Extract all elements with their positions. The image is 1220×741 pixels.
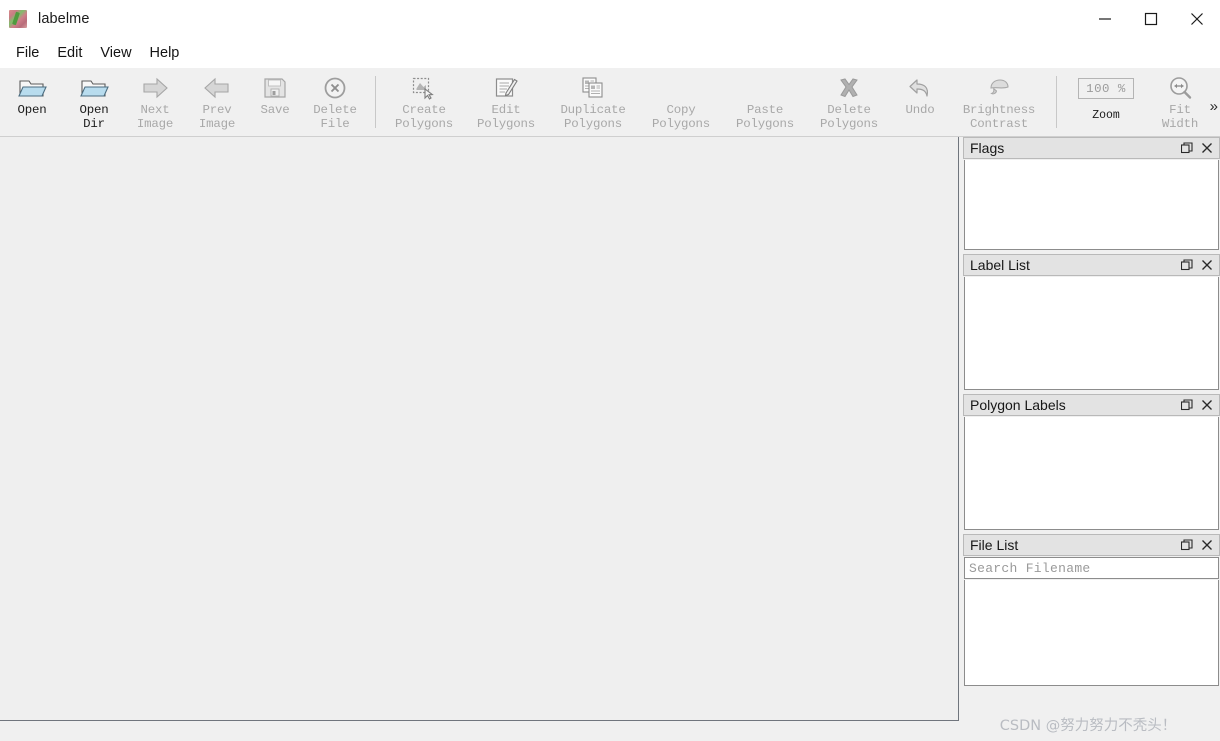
toolbar-label-delete-polygons: Delete Polygons [820,103,878,131]
menu-item-view[interactable]: View [91,42,140,64]
toolbar-button-next-image[interactable]: Next Image [124,68,186,136]
toolbar-button-undo[interactable]: Undo [891,68,949,136]
toolbar-button-duplicate-polygons[interactable]: Duplicate Polygons [547,68,639,136]
toolbar-overflow-chevron-icon[interactable]: » [1210,98,1218,115]
circle-x-icon [318,73,352,103]
search-filename-placeholder: Search Filename [969,560,1091,576]
float-icon[interactable] [1177,138,1197,158]
dock-label-list-items[interactable] [964,277,1219,390]
toolbar-separator-2 [1056,76,1057,128]
copy-polygons-placeholder-icon [664,73,698,103]
toolbar-button-edit-polygons[interactable]: Edit Polygons [465,68,547,136]
toolbar-label-prev-image: Prev Image [198,103,236,131]
toolbar-label-open: Open [17,103,47,117]
float-icon[interactable] [1177,255,1197,275]
floppy-disk-icon [258,73,292,103]
zoom-widget[interactable]: 100 % Zoom [1064,68,1148,136]
search-filename-input[interactable]: Search Filename [964,557,1219,579]
dock-flags-list[interactable] [964,160,1219,250]
close-icon[interactable] [1174,0,1220,38]
undo-arrow-icon [903,73,937,103]
dock-file-list: File List Search Filename [963,534,1220,686]
open-folder-icon [15,73,49,103]
menu-item-help[interactable]: Help [141,42,189,64]
toolbar-label-paste-polygons: Paste Polygons [736,103,794,131]
toolbar-button-open[interactable]: Open [0,68,64,136]
dock-flags: Flags [963,137,1220,250]
dock-file-list-items[interactable] [964,580,1219,686]
edit-polygon-icon [489,73,523,103]
toolbar-label-open-dir: Open Dir [79,103,109,131]
minimize-icon[interactable] [1082,0,1128,38]
x-mark-icon [832,73,866,103]
menu-item-file[interactable]: File [7,42,48,64]
maximize-icon[interactable] [1128,0,1174,38]
float-icon[interactable] [1177,395,1197,415]
dock-label-list-titlebar: Label List [963,254,1220,276]
close-icon[interactable] [1197,535,1217,555]
toolbar-label-brightness-contrast: Brightness Contrast [962,103,1036,131]
toolbar-button-open-dir[interactable]: Open Dir [64,68,124,136]
dock-polygon-labels-items[interactable] [964,417,1219,530]
toolbar-button-prev-image[interactable]: Prev Image [186,68,248,136]
arrow-left-icon [200,73,234,103]
toolbar-label-duplicate-polygons: Duplicate Polygons [560,103,626,131]
main-toolbar: Open Open Dir Next Image Prev Image Save… [0,68,1220,137]
fit-width-magnifier-icon [1163,73,1197,103]
toolbar-button-delete-file[interactable]: Delete File [302,68,368,136]
window-title: labelme [38,11,90,27]
toolbar-button-copy-polygons[interactable]: Copy Polygons [639,68,723,136]
toolbar-separator-1 [375,76,376,128]
dock-flags-title: Flags [970,140,1005,156]
menu-item-edit[interactable]: Edit [48,42,91,64]
toolbar-button-brightness-contrast[interactable]: Brightness Contrast [949,68,1049,136]
open-dir-folder-icon [77,73,111,103]
toolbar-label-delete-file: Delete File [313,103,357,131]
toolbar-button-save[interactable]: Save [248,68,302,136]
toolbar-label-create-polygons: Create Polygons [395,103,453,131]
dock-label-list: Label List [963,254,1220,390]
toolbar-button-create-polygons[interactable]: Create Polygons [383,68,465,136]
menu-bar: File Edit View Help [0,38,1220,68]
close-icon[interactable] [1197,395,1217,415]
toolbar-label-edit-polygons: Edit Polygons [477,103,535,131]
toolbar-label-save: Save [260,103,290,117]
image-canvas[interactable] [0,137,959,721]
toolbar-button-paste-polygons[interactable]: Paste Polygons [723,68,807,136]
dock-polygon-labels: Polygon Labels [963,394,1220,530]
arrow-right-icon [138,73,172,103]
main-area: Flags Label List Polygon Labels File Lis… [0,137,1220,741]
dock-file-list-title: File List [970,537,1019,553]
window-controls [1082,0,1220,38]
brightness-contrast-icon [982,73,1016,103]
canvas-bottom-strip [0,722,960,741]
paste-polygons-placeholder-icon [748,73,782,103]
dock-file-list-titlebar: File List [963,534,1220,556]
right-dock-panel: Flags Label List Polygon Labels File Lis… [963,137,1220,741]
dock-flags-titlebar: Flags [963,137,1220,159]
close-icon[interactable] [1197,255,1217,275]
float-icon[interactable] [1177,535,1197,555]
dock-polygon-labels-title: Polygon Labels [970,397,1066,413]
dock-label-list-title: Label List [970,257,1030,273]
toolbar-label-fit-width: Fit Width [1161,103,1199,131]
close-icon[interactable] [1197,138,1217,158]
zoom-caption-label: Zoom [1092,109,1120,122]
toolbar-button-delete-polygons[interactable]: Delete Polygons [807,68,891,136]
zoom-input[interactable]: 100 % [1078,78,1134,99]
toolbar-button-fit-width[interactable]: Fit Width [1148,68,1212,136]
dock-polygon-labels-titlebar: Polygon Labels [963,394,1220,416]
labelme-app-icon [9,10,27,28]
create-polygon-icon [407,73,441,103]
toolbar-label-undo: Undo [905,103,935,117]
toolbar-label-copy-polygons: Copy Polygons [652,103,710,131]
duplicate-polygon-icon [576,73,610,103]
title-bar: labelme [0,0,1220,38]
toolbar-label-next-image: Next Image [136,103,174,131]
